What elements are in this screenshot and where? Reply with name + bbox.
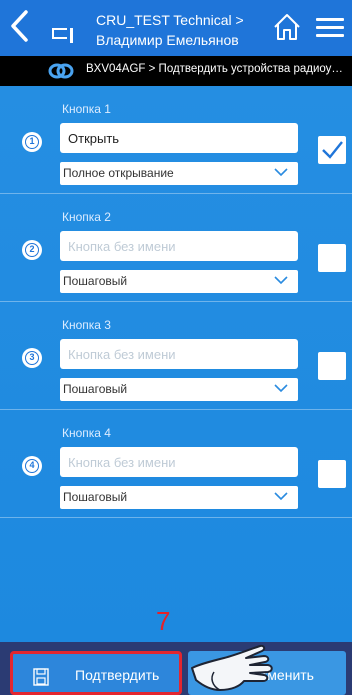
button-row-3: Кнопка 3 3 Пошаговый — [0, 302, 352, 410]
step-annotation: 7 — [156, 606, 171, 636]
button-label: Кнопка 2 — [62, 210, 111, 224]
button-checkbox[interactable] — [318, 244, 346, 272]
breadcrumb: BXV04AGF > Подтвердить устройства радиоу… — [0, 56, 352, 86]
menu-icon — [316, 18, 344, 21]
button-checkbox[interactable] — [318, 136, 346, 164]
chevron-down-icon — [274, 384, 288, 393]
button-number-icon: 3 — [22, 348, 42, 368]
mode-select[interactable]: Пошаговый — [60, 378, 298, 401]
mode-select[interactable]: Пошаговый — [60, 270, 298, 293]
back-button[interactable] — [8, 10, 32, 42]
button-name-input[interactable] — [60, 123, 298, 153]
button-label: Кнопка 1 — [62, 102, 111, 116]
confirm-label: Подтвердить — [75, 667, 160, 683]
button-row-2: Кнопка 2 2 Пошаговый — [0, 194, 352, 302]
mode-select-value: Полное открывание — [63, 166, 174, 180]
button-label: Кнопка 3 — [62, 318, 111, 332]
button-number-icon: 1 — [22, 132, 42, 152]
pointing-hand-icon — [191, 644, 273, 691]
button-name-input[interactable] — [60, 339, 298, 369]
button-number-icon: 4 — [22, 456, 42, 476]
mode-select-value: Пошаговый — [63, 382, 128, 396]
chevron-down-icon — [274, 492, 288, 501]
button-number-icon: 2 — [22, 240, 42, 260]
mode-select[interactable]: Пошаговый — [60, 486, 298, 509]
page-title: CRU_TEST Technical > Владимир Емельянов — [96, 10, 268, 50]
button-name-input[interactable] — [60, 231, 298, 261]
link-icon — [48, 63, 74, 79]
chevron-down-icon — [274, 276, 288, 285]
button-checkbox[interactable] — [318, 460, 346, 488]
button-label: Кнопка 4 — [62, 426, 111, 440]
button-row-4: Кнопка 4 4 Пошаговый — [0, 410, 352, 518]
home-icon — [274, 14, 300, 40]
title-line-2: Владимир Емельянов — [96, 32, 239, 48]
buttons-panel: Кнопка 1 1 Полное открывание Кнопка 2 2 … — [0, 86, 352, 642]
button-name-input[interactable] — [60, 447, 298, 477]
mode-select[interactable]: Полное открывание — [60, 162, 298, 185]
title-line-1: CRU_TEST Technical > — [96, 12, 244, 28]
mode-select-value: Пошаговый — [63, 274, 128, 288]
checkmark-icon — [322, 141, 343, 159]
home-button[interactable] — [272, 12, 302, 42]
chevron-down-icon — [274, 168, 288, 177]
save-icon — [33, 668, 49, 686]
back-icon — [11, 10, 28, 42]
menu-button[interactable] — [316, 18, 344, 38]
confirm-button[interactable]: Подтвердить — [10, 651, 182, 695]
mode-select-value: Пошаговый — [63, 490, 128, 504]
device-icon — [52, 28, 73, 43]
breadcrumb-text: BXV04AGF > Подтвердить устройства радиоу… — [86, 63, 348, 75]
button-row-1: Кнопка 1 1 Полное открывание — [0, 86, 352, 194]
button-checkbox[interactable] — [318, 352, 346, 380]
app-header: CRU_TEST Technical > Владимир Емельянов — [0, 0, 352, 56]
footer-bar: Подтвердить Отменить — [0, 642, 352, 695]
